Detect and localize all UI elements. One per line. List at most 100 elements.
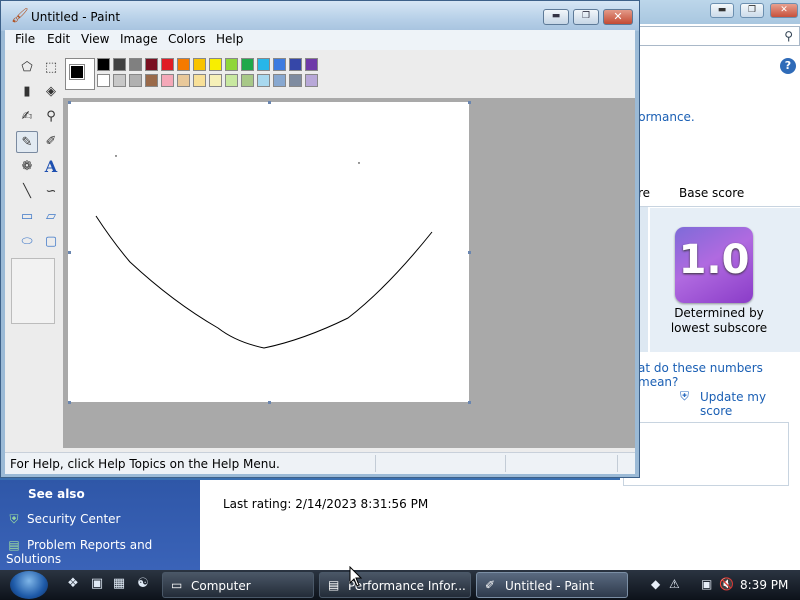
color-swatch[interactable] — [193, 58, 206, 71]
color-swatch[interactable] — [273, 58, 286, 71]
brush-icon[interactable]: ✐ — [40, 131, 62, 153]
menu-bar: File Edit View Image Colors Help — [5, 30, 635, 50]
color-swatch[interactable] — [305, 58, 318, 71]
internet-explorer-icon[interactable]: ☯ — [134, 575, 152, 593]
menu-file[interactable]: File — [15, 32, 35, 46]
computer-icon: ▭ — [171, 578, 183, 592]
search-icon[interactable]: ⚲ — [784, 29, 793, 43]
color-swatch[interactable] — [177, 58, 190, 71]
color-swatch[interactable] — [193, 74, 206, 87]
canvas-scroll-area[interactable] — [63, 98, 635, 448]
text-icon[interactable]: A — [40, 156, 62, 178]
task-paint-label: Untitled - Paint — [505, 579, 595, 593]
performance-link[interactable]: formance. — [634, 110, 695, 124]
task-computer[interactable]: ▭ Computer — [162, 572, 314, 598]
rect-select-icon[interactable]: ⬚ — [40, 57, 62, 79]
windows-defender-icon[interactable]: ◆ — [651, 577, 660, 591]
task-paint[interactable]: ✐ Untitled - Paint — [476, 572, 628, 598]
show-desktop-icon[interactable]: ▣ — [88, 575, 106, 593]
color-swatch[interactable] — [97, 58, 110, 71]
color-swatch[interactable] — [145, 58, 158, 71]
curve-icon[interactable]: ∽ — [40, 181, 62, 203]
color-swatch[interactable] — [241, 58, 254, 71]
determined-line-2: lowest subscore — [670, 321, 768, 335]
foreground-color[interactable] — [69, 64, 85, 80]
ellipse-icon[interactable]: ⬭ — [16, 231, 38, 253]
selected-colors[interactable] — [65, 58, 95, 90]
color-swatch[interactable] — [209, 58, 222, 71]
close-button[interactable]: ✕ — [770, 3, 798, 18]
polygon-icon[interactable]: ▱ — [40, 206, 62, 228]
numbers-meaning-link[interactable]: at do these numbers mean? — [638, 361, 800, 389]
menu-help[interactable]: Help — [216, 32, 243, 46]
update-score-link[interactable]: Update my score — [700, 390, 800, 418]
color-swatch[interactable] — [289, 58, 302, 71]
menu-colors[interactable]: Colors — [168, 32, 206, 46]
rounded-rect-icon[interactable]: ▢ — [40, 231, 62, 253]
paint-close-button[interactable]: ✕ — [603, 9, 633, 25]
see-also-security-center[interactable]: ⛨ Security Center — [6, 512, 120, 527]
color-swatch[interactable] — [257, 74, 270, 87]
start-button[interactable] — [10, 571, 48, 599]
search-input[interactable]: ⚲ — [638, 26, 800, 46]
security-alert-icon[interactable]: ⚠ — [669, 577, 680, 591]
color-picker-icon[interactable]: ✍ — [16, 106, 38, 128]
task-performance[interactable]: ▤ Performance Infor... — [319, 572, 471, 598]
menu-edit[interactable]: Edit — [47, 32, 70, 46]
security-center-label: Security Center — [27, 512, 121, 526]
color-swatch[interactable] — [113, 74, 126, 87]
tool-options-box[interactable] — [11, 258, 55, 324]
score-badge: 1.0 — [675, 227, 753, 303]
free-select-icon[interactable]: ⬠ — [16, 57, 38, 79]
airbrush-icon[interactable]: ❁ — [16, 156, 38, 178]
details-box — [623, 422, 789, 486]
color-swatch[interactable] — [129, 58, 142, 71]
help-icon[interactable]: ? — [780, 58, 796, 74]
minimize-button[interactable]: ▬ — [710, 3, 734, 18]
menu-view[interactable]: View — [81, 32, 109, 46]
paint-minimize-button[interactable]: ▬ — [543, 9, 569, 25]
folder-icon[interactable]: ▦ — [110, 575, 128, 593]
paint-window: 🖌 Untitled - Paint ▬ ❐ ✕ File Edit View … — [0, 0, 640, 478]
paint-title-bar[interactable]: 🖌 Untitled - Paint ▬ ❐ ✕ — [1, 1, 639, 31]
pencil-icon[interactable]: ✎ — [16, 131, 38, 153]
volume-muted-icon[interactable]: 🔇 — [719, 577, 734, 591]
resize-handle — [68, 101, 71, 104]
color-swatch[interactable] — [225, 74, 238, 87]
color-swatch[interactable] — [129, 74, 142, 87]
color-swatch[interactable] — [289, 74, 302, 87]
color-swatch[interactable] — [161, 58, 174, 71]
fill-bucket-icon[interactable]: ◈ — [40, 81, 62, 103]
clock[interactable]: 8:39 PM — [740, 578, 788, 592]
color-swatch[interactable] — [225, 58, 238, 71]
network-icon[interactable]: ▣ — [701, 577, 712, 591]
resize-handle[interactable] — [468, 251, 471, 254]
eraser-icon[interactable]: ▮ — [16, 81, 38, 103]
color-swatch[interactable] — [305, 74, 318, 87]
magnifier-icon[interactable]: ⚲ — [40, 106, 62, 128]
status-separator — [617, 455, 618, 472]
table-divider — [638, 206, 800, 207]
paint-title: Untitled - Paint — [31, 10, 121, 24]
color-swatch[interactable] — [177, 74, 190, 87]
switch-windows-icon[interactable]: ❖ — [64, 575, 82, 593]
status-separator — [375, 455, 376, 472]
color-swatch[interactable] — [273, 74, 286, 87]
paint-maximize-button[interactable]: ❐ — [573, 9, 599, 25]
color-swatch[interactable] — [241, 74, 254, 87]
color-swatch[interactable] — [257, 58, 270, 71]
see-also-problem-reports[interactable]: ▤ Problem Reports and Solutions — [6, 538, 200, 566]
color-swatch[interactable] — [145, 74, 158, 87]
line-icon[interactable]: ╲ — [16, 181, 38, 203]
color-swatch[interactable] — [97, 74, 110, 87]
resize-handle[interactable] — [468, 401, 471, 404]
menu-image[interactable]: Image — [120, 32, 158, 46]
color-swatch[interactable] — [161, 74, 174, 87]
drawn-smile-curve — [95, 215, 433, 349]
maximize-button[interactable]: ❐ — [740, 3, 764, 18]
color-swatch[interactable] — [113, 58, 126, 71]
color-swatch[interactable] — [209, 74, 222, 87]
resize-handle[interactable] — [268, 401, 271, 404]
drawing-canvas[interactable] — [68, 102, 469, 402]
rectangle-icon[interactable]: ▭ — [16, 206, 38, 228]
